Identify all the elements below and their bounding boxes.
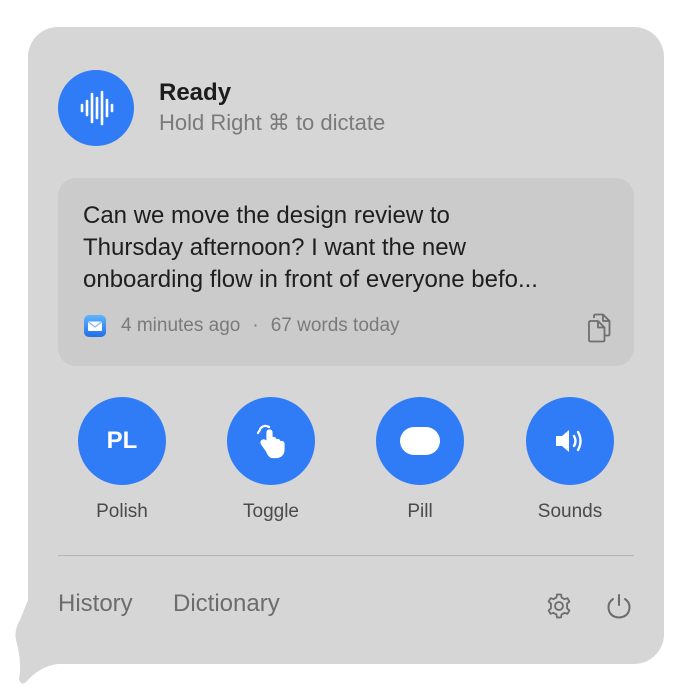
pill-icon bbox=[376, 397, 464, 485]
transcript-meta: 4 minutes ago · 67 words today bbox=[83, 314, 400, 338]
history-link[interactable]: History bbox=[58, 590, 133, 618]
divider bbox=[58, 555, 634, 556]
pill-label: Pill bbox=[407, 501, 433, 522]
mail-icon bbox=[84, 315, 106, 337]
polish-label: Polish bbox=[96, 501, 148, 522]
status-hint: Hold Right ⌘ to dictate bbox=[159, 110, 386, 135]
sounds-label: Sounds bbox=[537, 501, 603, 522]
copy-icon[interactable] bbox=[586, 313, 612, 343]
dictation-panel: Ready Hold Right ⌘ to dictate Can we mov… bbox=[28, 27, 664, 664]
transcript-text: Can we move the design review to Thursda… bbox=[83, 202, 538, 293]
word-count: 67 words today bbox=[270, 315, 400, 336]
speaker-icon bbox=[526, 397, 614, 485]
waveform-icon bbox=[58, 70, 134, 146]
polish-icon: PL bbox=[78, 397, 166, 485]
gear-icon[interactable] bbox=[545, 592, 573, 620]
toggle-label: Toggle bbox=[243, 501, 299, 522]
toggle-button[interactable]: Toggle bbox=[211, 397, 331, 523]
dictionary-link[interactable]: Dictionary bbox=[173, 590, 280, 618]
power-icon[interactable] bbox=[605, 592, 633, 620]
hand-pointer-icon bbox=[227, 397, 315, 485]
pill-button[interactable]: Pill bbox=[360, 397, 480, 523]
sounds-button[interactable]: Sounds bbox=[510, 397, 630, 523]
meta-separator: · bbox=[252, 315, 259, 336]
quick-actions: PL Polish Toggle Pill Sounds bbox=[58, 397, 634, 527]
status-header: Ready Hold Right ⌘ to dictate bbox=[58, 70, 385, 146]
last-transcript-card[interactable]: Can we move the design review to Thursda… bbox=[58, 178, 634, 366]
transcript-time: 4 minutes ago bbox=[121, 315, 241, 336]
status-title: Ready bbox=[159, 79, 232, 106]
polish-button[interactable]: PL Polish bbox=[62, 397, 182, 523]
